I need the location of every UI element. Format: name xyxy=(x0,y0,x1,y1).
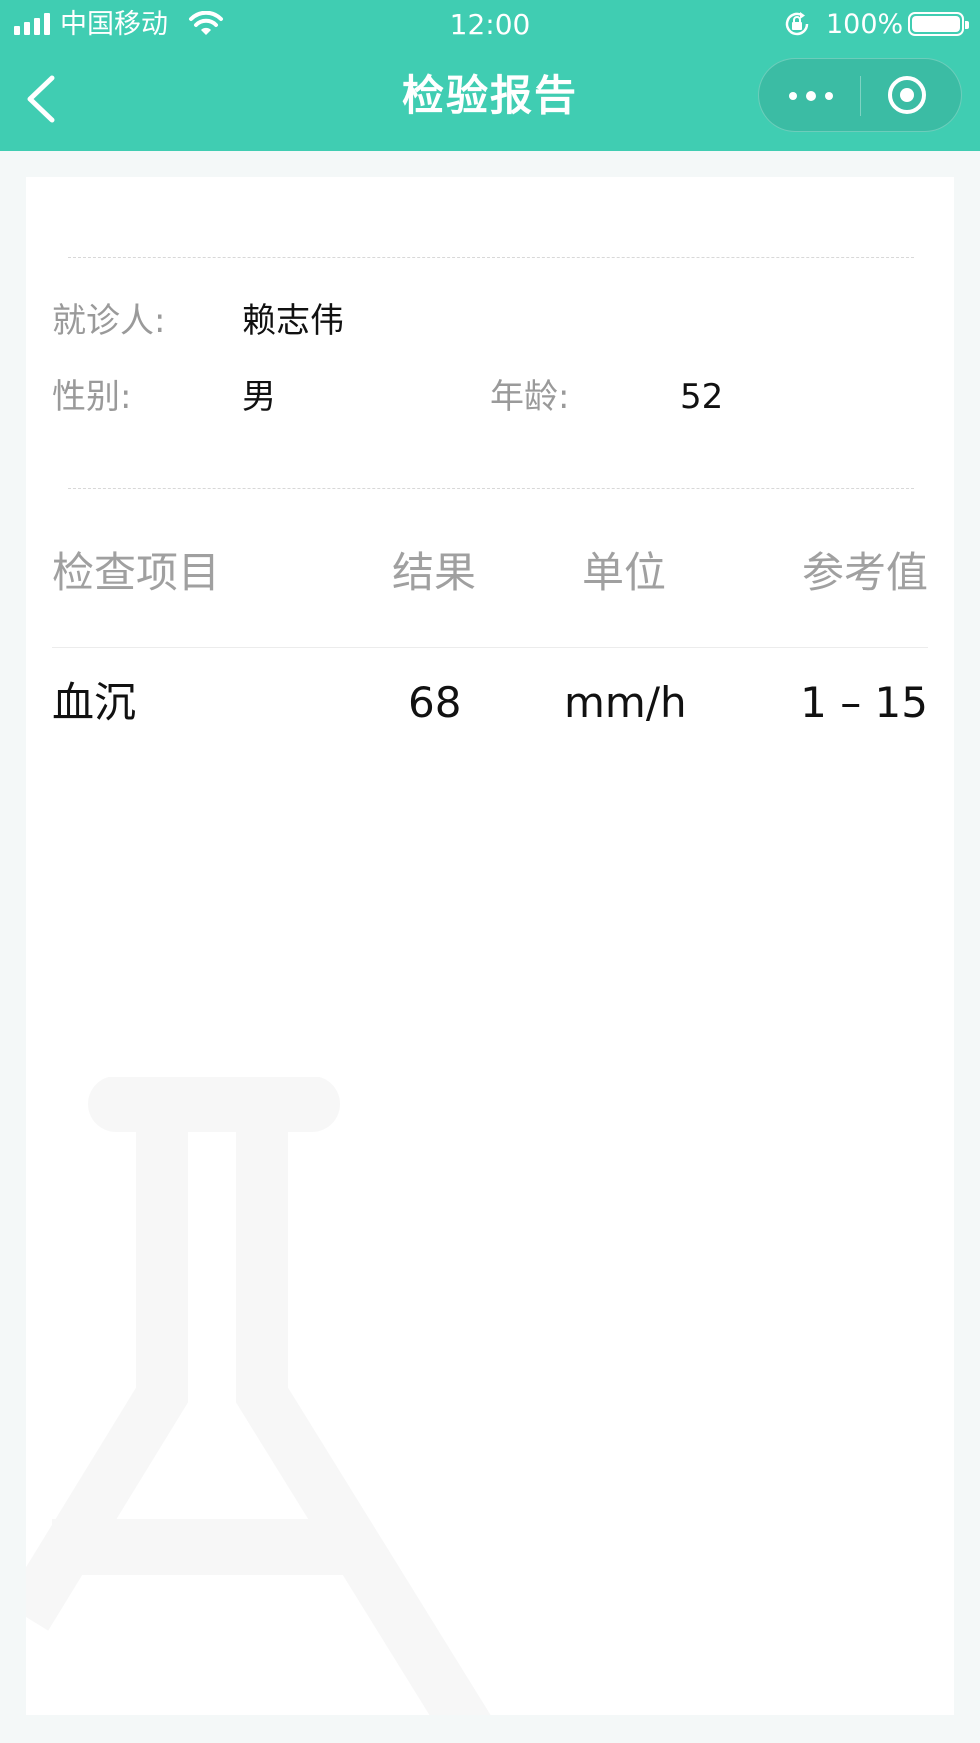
cell-unit: mm/h xyxy=(564,678,687,727)
more-icon[interactable] xyxy=(759,59,860,131)
cell-item: 血沉 xyxy=(52,678,137,727)
flask-icon xyxy=(26,1077,491,1715)
column-header-unit: 单位 xyxy=(582,548,667,597)
nav-header: 中国移动 12:00 100% 检验报告 xyxy=(0,0,980,151)
cell-result: 68 xyxy=(408,678,462,727)
battery-icon xyxy=(908,12,969,36)
patient-name-label: 就诊人: xyxy=(52,301,166,341)
rotation-lock-icon xyxy=(785,12,809,36)
capsule-divider xyxy=(860,76,861,116)
column-header-item: 检查项目 xyxy=(52,548,221,597)
divider xyxy=(68,257,914,258)
battery-percent: 100% xyxy=(826,9,904,40)
column-header-reference: 参考值 xyxy=(801,548,928,597)
gender-value: 男 xyxy=(242,377,276,417)
patient-name: 赖志伟 xyxy=(242,301,344,341)
age-value: 52 xyxy=(680,377,724,417)
age-label: 年龄: xyxy=(490,377,570,417)
mini-program-capsule xyxy=(758,58,962,132)
divider xyxy=(68,488,914,489)
cell-reference: 1 – 15 xyxy=(800,678,928,727)
gender-label: 性别: xyxy=(52,377,132,417)
column-header-result: 结果 xyxy=(392,548,477,597)
status-bar: 中国移动 12:00 100% xyxy=(0,0,980,50)
target-icon[interactable] xyxy=(887,75,927,115)
report-card: 就诊人: 赖志伟 性别: 男 年龄: 52 检查项目 结果 单位 参考值 血沉 … xyxy=(26,177,954,1715)
table-divider xyxy=(52,647,928,648)
